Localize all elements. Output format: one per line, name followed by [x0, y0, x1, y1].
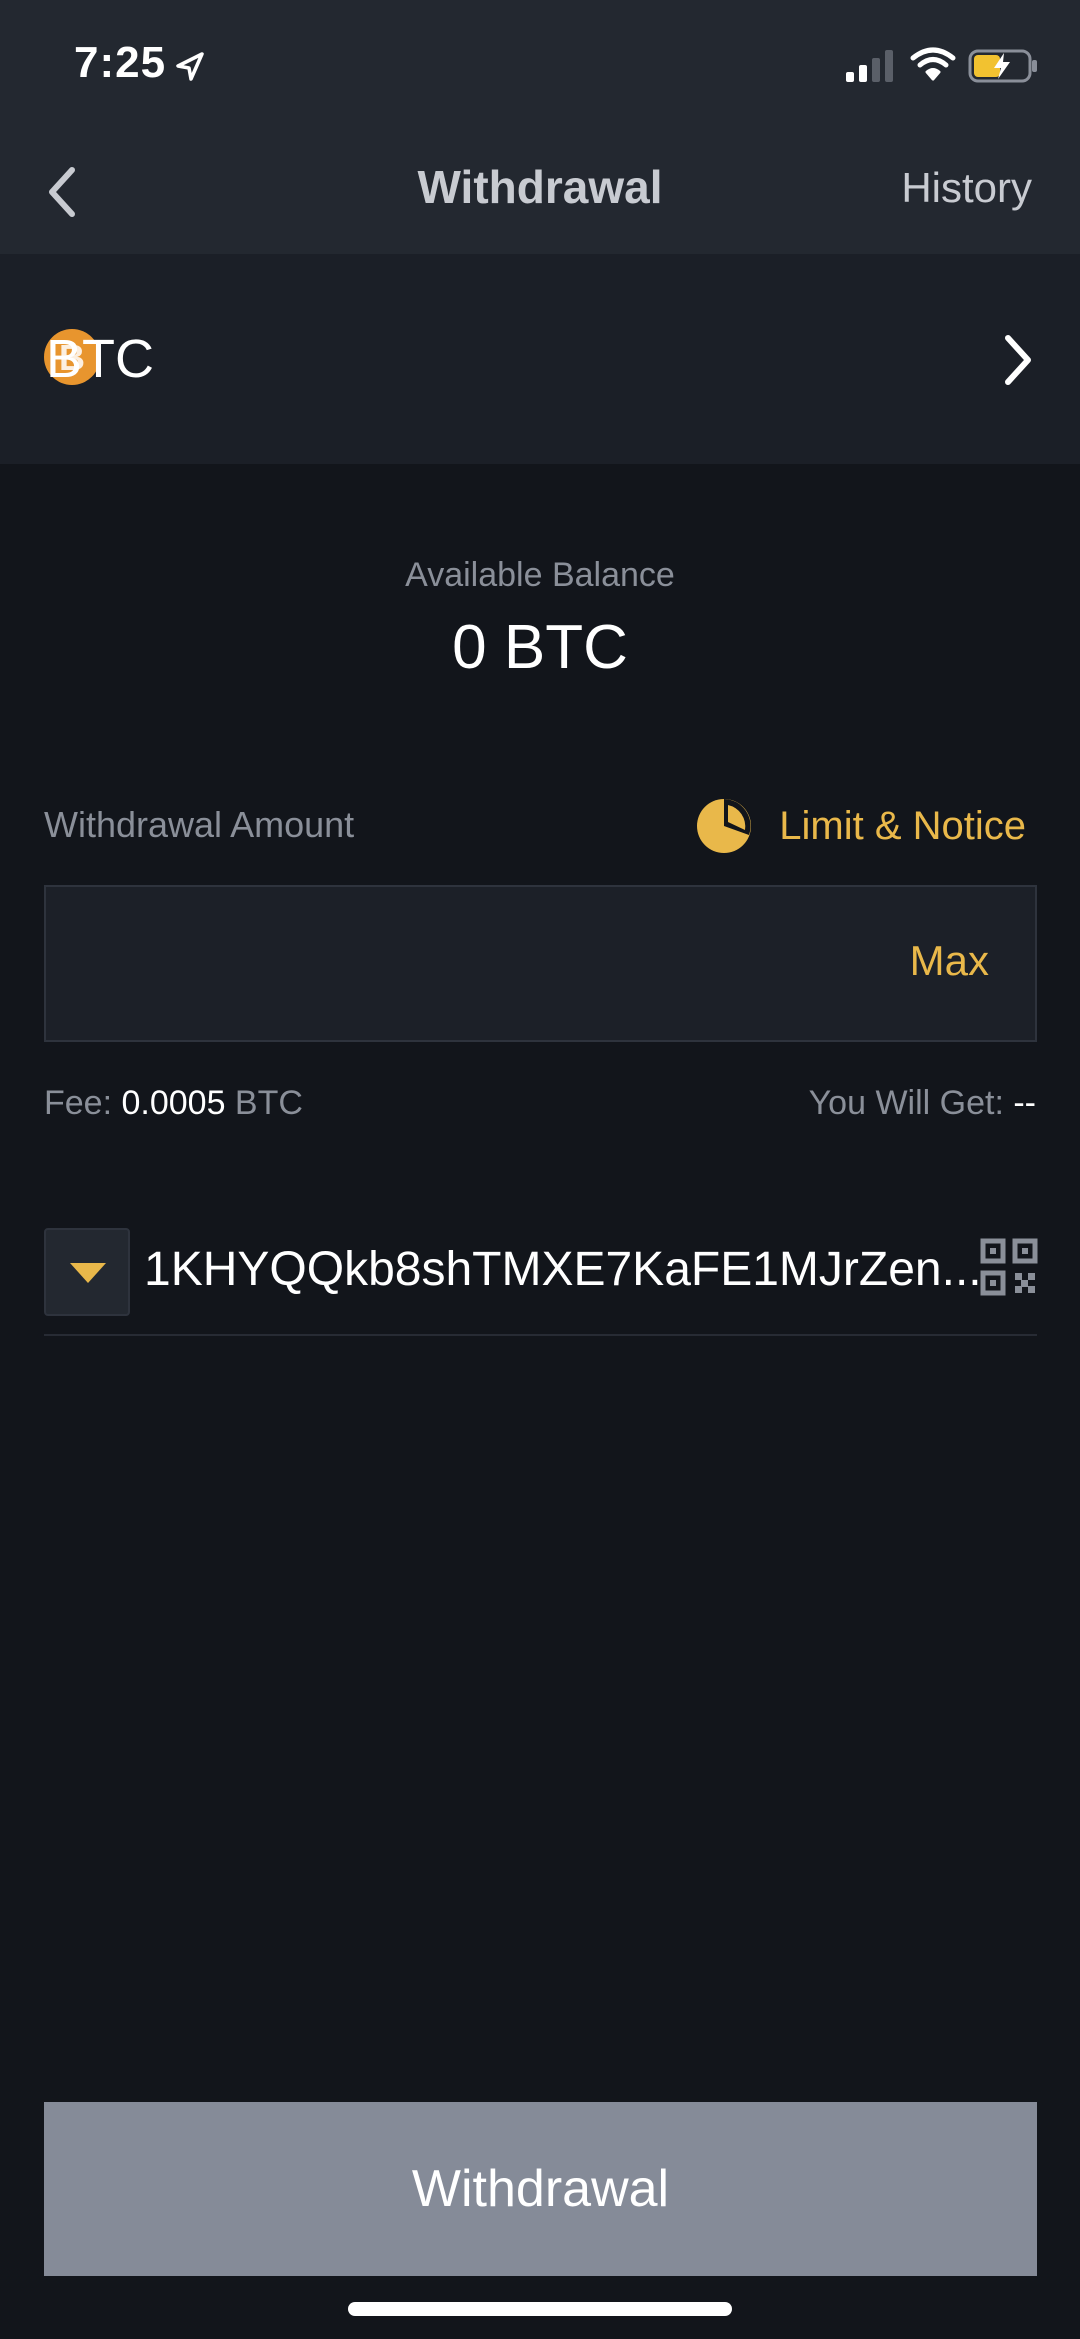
- amount-label: Withdrawal Amount: [44, 804, 355, 845]
- coin-selector[interactable]: B BTC: [0, 254, 1080, 464]
- history-link[interactable]: History: [901, 164, 1032, 212]
- max-button[interactable]: Max: [910, 937, 989, 985]
- receive-value: --: [1013, 1084, 1036, 1122]
- limit-notice-button[interactable]: Limit & Notice: [695, 796, 1026, 856]
- amount-input[interactable]: Max: [44, 885, 1037, 1042]
- receive-info: You Will Get: --: [809, 1084, 1036, 1123]
- balance-value: 0 BTC: [452, 613, 628, 682]
- status-bar: 7:25: [0, 0, 1080, 130]
- status-time: 7:25: [74, 38, 167, 87]
- nav-bar: Withdrawal History: [0, 130, 1080, 254]
- withdrawal-submit-button[interactable]: Withdrawal: [44, 2102, 1037, 2276]
- balance-label: Available Balance: [405, 556, 675, 594]
- pie-chart-icon: [697, 799, 752, 853]
- fee-value: 0.0005: [121, 1084, 226, 1122]
- battery-charging-icon: [968, 49, 1037, 83]
- divider: [44, 1334, 1037, 1336]
- location-arrow-icon: [176, 52, 204, 81]
- home-indicator: [348, 2302, 732, 2316]
- qr-code-icon[interactable]: [980, 1238, 1038, 1296]
- wifi-icon: [910, 47, 956, 81]
- address-input[interactable]: 1KHYQQkb8shTMXE7KaFE1MJrZen...: [144, 1242, 982, 1297]
- coin-symbol: BTC: [46, 329, 154, 389]
- receive-label: You Will Get:: [808, 1084, 1014, 1122]
- cellular-signal-icon: [846, 50, 893, 82]
- chevron-right-icon: [1005, 335, 1031, 385]
- limit-notice-label: Limit & Notice: [779, 803, 1026, 848]
- address-dropdown-button[interactable]: [44, 1228, 130, 1316]
- fee-unit: BTC: [225, 1084, 303, 1122]
- fee-label: Fee:: [44, 1084, 122, 1122]
- caret-down-icon: [70, 1263, 106, 1283]
- fee-info: Fee: 0.0005 BTC: [44, 1084, 303, 1123]
